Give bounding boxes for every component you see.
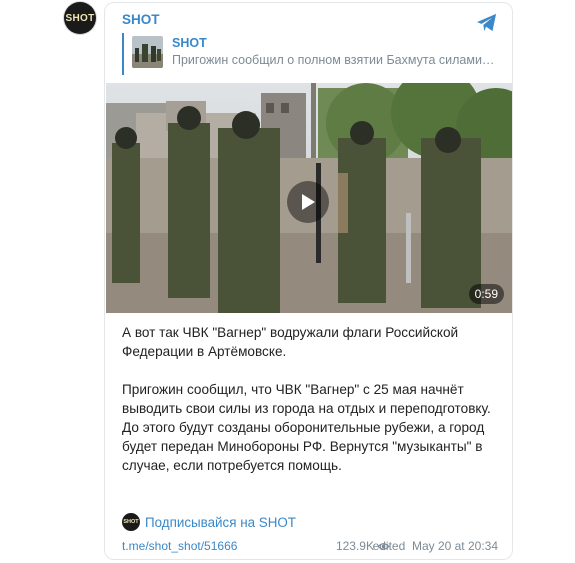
subscribe-label: Подписывайся на SHOT (145, 514, 296, 530)
post-text: А вот так ЧВК "Вагнер" водружали флаги Р… (122, 323, 500, 494)
post-paragraph-1: А вот так ЧВК "Вагнер" водружали флаги Р… (122, 325, 459, 359)
message-footer: t.me/shot_shot/51666 123.9K edited May 2… (122, 539, 498, 555)
play-icon (302, 194, 315, 210)
channel-avatar-text: SHOT (65, 12, 95, 24)
post-paragraph-2: Пригожин сообщил, что ЧВК "Вагнер" с 25 … (122, 382, 491, 473)
reply-text: Пригожин сообщил о полном взятии Бахмута… (172, 53, 495, 67)
post-link[interactable]: t.me/shot_shot/51666 (122, 539, 237, 553)
video-duration: 0:59 (468, 284, 504, 304)
reply-thumbnail (132, 36, 163, 68)
play-button[interactable] (287, 181, 329, 223)
channel-name[interactable]: SHOT (122, 12, 160, 27)
channel-avatar[interactable]: SHOT (64, 2, 96, 34)
video-preview[interactable]: 0:59 (106, 83, 512, 313)
reply-author: SHOT (172, 36, 207, 50)
edited-timestamp: edited May 20 at 20:34 (372, 539, 498, 553)
message-card: SHOT SHOT Пригожин сообщил о полном взят… (104, 2, 513, 560)
shot-logo-icon: SHOT (122, 513, 140, 531)
views-count: 123.9K (335, 539, 374, 553)
subscribe-link[interactable]: SHOT Подписывайся на SHOT (122, 513, 296, 531)
reply-preview[interactable]: SHOT Пригожин сообщил о полном взятии Ба… (122, 33, 497, 75)
